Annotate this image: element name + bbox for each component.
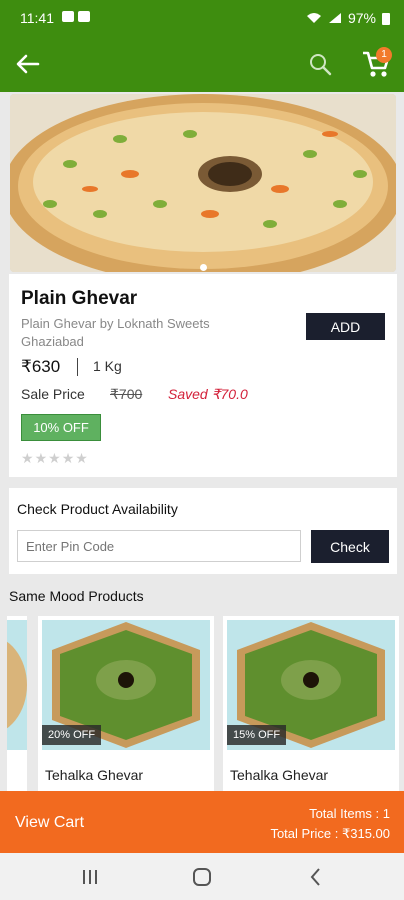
cart-totals: Total Items : 1 Total Price : ₹315.00 — [270, 804, 390, 844]
battery-icon — [382, 12, 390, 25]
star-icon: ★ — [34, 450, 48, 466]
product-name: Tehalka Ghevar — [230, 767, 329, 783]
carousel-indicator[interactable] — [200, 264, 207, 271]
system-nav-bar — [0, 853, 404, 900]
discount-badge: 10% OFF — [21, 414, 101, 441]
image-notification-icon — [62, 11, 74, 22]
product-name: Tehalka Ghevar — [45, 767, 144, 783]
star-icon: ★ — [61, 450, 75, 466]
cart-bar[interactable]: View Cart Total Items : 1 Total Price : … — [0, 791, 404, 853]
product-card[interactable]: 15% OFF Tehalka Ghevar — [223, 616, 399, 796]
ghevar-image — [10, 94, 396, 272]
back-icon[interactable] — [304, 865, 328, 889]
product-image[interactable] — [10, 94, 396, 272]
product-thumbnail — [7, 620, 27, 750]
same-mood-title: Same Mood Products — [9, 588, 144, 604]
price-separator — [77, 358, 78, 376]
battery-percent: 97% — [347, 10, 376, 26]
status-right: 97% — [306, 10, 390, 26]
search-icon[interactable] — [306, 51, 334, 77]
product-discount: 15% OFF — [227, 725, 287, 745]
product-title: Plain Ghevar — [21, 288, 138, 309]
status-time: 11:41 — [20, 10, 54, 26]
back-arrow-icon[interactable] — [14, 51, 42, 77]
product-weight: 1 Kg — [93, 358, 122, 374]
rating-stars[interactable]: ★ ★ ★ ★ ★ — [21, 450, 88, 467]
product-subtitle: Plain Ghevar by Loknath Sweets Ghaziabad — [21, 316, 210, 349]
notification-icons — [62, 11, 90, 22]
original-price: ₹700 — [110, 386, 143, 402]
check-button[interactable]: Check — [311, 530, 389, 563]
recent-apps-icon[interactable] — [78, 865, 102, 889]
wifi-icon — [306, 13, 321, 23]
view-cart-button[interactable]: View Cart — [15, 814, 84, 832]
sale-price-label: Sale Price — [21, 386, 85, 402]
total-price: Total Price : ₹315.00 — [270, 826, 390, 841]
pin-code-input[interactable] — [17, 530, 301, 562]
star-icon: ★ — [48, 450, 61, 466]
thumbnail-image — [7, 641, 27, 729]
signal-icon — [328, 13, 341, 23]
cart-count-badge: 1 — [376, 47, 392, 63]
star-icon: ★ — [75, 450, 88, 466]
add-button[interactable]: ADD — [306, 313, 385, 340]
availability-title: Check Product Availability — [17, 501, 178, 517]
status-bar: 11:41 97% — [0, 0, 404, 36]
product-card[interactable]: 20% OFF Tehalka Ghevar — [38, 616, 214, 796]
star-icon: ★ — [21, 450, 34, 466]
message-notification-icon — [78, 11, 90, 22]
app-bar — [0, 36, 404, 92]
total-items: Total Items : 1 — [309, 806, 390, 821]
home-icon[interactable] — [190, 865, 214, 889]
product-card-partial[interactable] — [7, 616, 27, 796]
product-discount: 20% OFF — [42, 725, 102, 745]
product-price: ₹630 — [21, 357, 61, 376]
saved-amount: Saved ₹70.0 — [168, 386, 248, 402]
